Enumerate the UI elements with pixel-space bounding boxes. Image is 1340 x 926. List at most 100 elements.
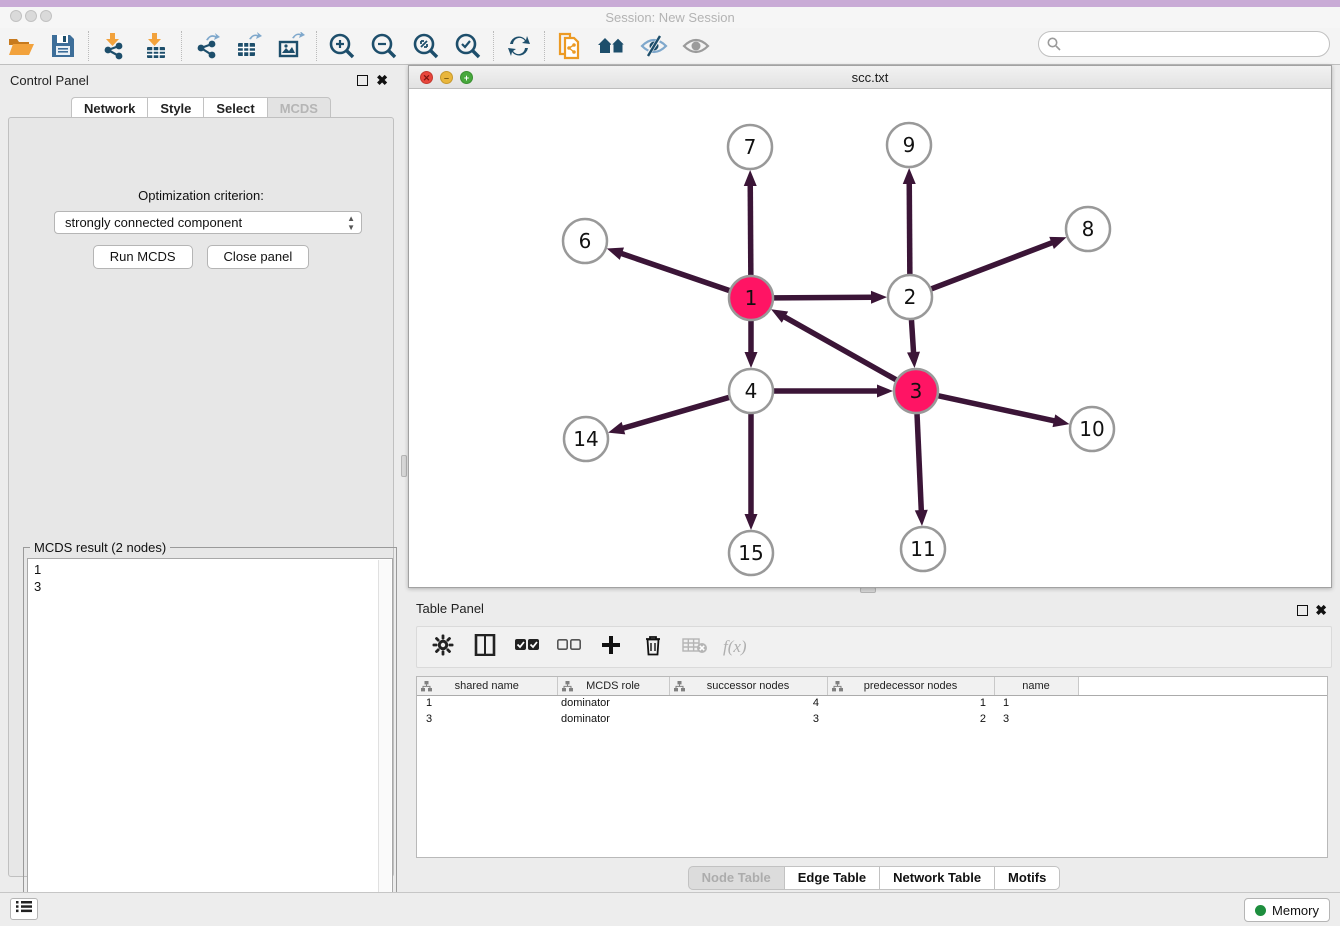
refresh-layout-button[interactable] bbox=[499, 30, 539, 62]
column-header-successor-nodes[interactable]: successor nodes bbox=[669, 677, 827, 695]
column-header-filler bbox=[1078, 677, 1327, 695]
svg-text:11: 11 bbox=[910, 537, 935, 561]
graph-node-14[interactable]: 14 bbox=[564, 417, 608, 461]
table-row[interactable]: 1dominator411 bbox=[417, 695, 1327, 711]
table-panel-title: Table Panel bbox=[416, 601, 484, 616]
svg-text:10: 10 bbox=[1079, 417, 1104, 441]
mcds-result-title: MCDS result (2 nodes) bbox=[30, 540, 170, 555]
arrowhead-icon bbox=[903, 168, 916, 184]
edge-2-9 bbox=[909, 182, 910, 274]
export-table-icon bbox=[235, 32, 263, 60]
delete-table-button[interactable] bbox=[681, 633, 709, 661]
edge-1-2 bbox=[774, 297, 873, 298]
export-table-button[interactable] bbox=[229, 30, 269, 62]
clone-network-button[interactable] bbox=[550, 30, 590, 62]
eye-slash-icon bbox=[639, 34, 669, 58]
graph-node-6[interactable]: 6 bbox=[563, 219, 607, 263]
export-image-button[interactable] bbox=[271, 30, 311, 62]
zoom-fit-button[interactable] bbox=[406, 30, 446, 62]
graph-node-11[interactable]: 11 bbox=[901, 527, 945, 571]
graph-node-15[interactable]: 15 bbox=[729, 531, 773, 575]
table-tab-node-table[interactable]: Node Table bbox=[688, 866, 784, 890]
arrowhead-icon bbox=[608, 422, 625, 434]
close-panel-button[interactable]: Close panel bbox=[207, 245, 310, 269]
search-input[interactable] bbox=[1038, 31, 1330, 57]
svg-text:15: 15 bbox=[738, 541, 763, 565]
memory-button[interactable]: Memory bbox=[1244, 898, 1330, 922]
zoom-in-button[interactable] bbox=[322, 30, 362, 62]
svg-text:9: 9 bbox=[903, 133, 916, 157]
open-file-button[interactable] bbox=[1, 30, 41, 62]
column-header-name[interactable]: name bbox=[994, 677, 1078, 695]
table-row[interactable]: 3dominator323 bbox=[417, 711, 1327, 727]
table-options-button[interactable] bbox=[429, 633, 457, 661]
graph-node-8[interactable]: 8 bbox=[1066, 207, 1110, 251]
optimization-label: Optimization criterion: bbox=[9, 188, 393, 203]
table-panel-float-button[interactable] bbox=[1297, 605, 1308, 616]
arrowhead-icon bbox=[745, 352, 758, 368]
edge-1-6 bbox=[620, 253, 729, 291]
app-titlebar: Session: New Session bbox=[0, 7, 1340, 28]
menu-strip bbox=[0, 0, 1340, 7]
zoom-fit-icon bbox=[412, 32, 440, 60]
select-none-button[interactable] bbox=[555, 633, 583, 661]
show-hidden-button[interactable] bbox=[676, 30, 716, 62]
svg-text:6: 6 bbox=[579, 229, 592, 253]
mcds-result-list: 13 bbox=[27, 558, 393, 919]
import-network-button[interactable] bbox=[94, 30, 134, 62]
table-tab-motifs[interactable]: Motifs bbox=[994, 866, 1060, 890]
network-window: ✕ – + scc.txt 7 9 6 8 1 2 4 3 14 10 15 11 bbox=[408, 65, 1332, 588]
hide-selected-button[interactable] bbox=[634, 30, 674, 62]
control-panel-close-button[interactable]: ✖ bbox=[376, 72, 388, 88]
table-tab-network-table[interactable]: Network Table bbox=[879, 866, 994, 890]
edge-1-7 bbox=[750, 184, 751, 275]
add-column-button[interactable] bbox=[597, 633, 625, 661]
table-cell: 3 bbox=[417, 711, 557, 727]
column-header-shared-name[interactable]: shared name bbox=[417, 677, 557, 695]
show-columns-button[interactable] bbox=[471, 633, 499, 661]
table-panel-close-button[interactable]: ✖ bbox=[1315, 602, 1327, 618]
run-mcds-button[interactable]: Run MCDS bbox=[93, 245, 193, 269]
control-panel-float-button[interactable] bbox=[357, 75, 368, 86]
graph-node-2[interactable]: 2 bbox=[888, 275, 932, 319]
graph-node-7[interactable]: 7 bbox=[728, 125, 772, 169]
mcds-result-item: 3 bbox=[34, 578, 392, 595]
delete-column-button[interactable] bbox=[639, 633, 667, 661]
network-window-titlebar[interactable]: ✕ – + scc.txt bbox=[409, 66, 1331, 89]
result-scrollbar[interactable] bbox=[378, 560, 391, 917]
export-network-button[interactable] bbox=[187, 30, 227, 62]
network-canvas[interactable]: 7 9 6 8 1 2 4 3 14 10 15 11 bbox=[409, 89, 1331, 587]
memory-label: Memory bbox=[1272, 903, 1319, 918]
graph-node-10[interactable]: 10 bbox=[1070, 407, 1114, 451]
export-image-icon bbox=[277, 32, 305, 60]
zoom-out-icon bbox=[370, 32, 398, 60]
search-box bbox=[1038, 31, 1330, 57]
task-history-button[interactable] bbox=[10, 898, 38, 920]
zoom-selected-button[interactable] bbox=[448, 30, 488, 62]
graph-node-3[interactable]: 3 bbox=[894, 369, 938, 413]
criterion-select[interactable]: strongly connected component ▲▼ bbox=[54, 211, 362, 234]
column-header-predecessor-nodes[interactable]: predecessor nodes bbox=[827, 677, 994, 695]
graph-node-9[interactable]: 9 bbox=[887, 123, 931, 167]
select-all-button[interactable] bbox=[513, 633, 541, 661]
vertical-splitter-handle[interactable] bbox=[401, 455, 407, 477]
control-panel-title: Control Panel bbox=[10, 73, 89, 88]
graph-node-1[interactable]: 1 bbox=[729, 276, 773, 320]
clone-network-icon bbox=[556, 31, 584, 61]
function-builder-button[interactable]: f(x) bbox=[723, 637, 747, 657]
eye-icon bbox=[681, 34, 711, 58]
import-table-button[interactable] bbox=[136, 30, 176, 62]
table-tab-edge-table[interactable]: Edge Table bbox=[784, 866, 879, 890]
column-header-MCDS-role[interactable]: MCDS role bbox=[557, 677, 669, 695]
zoom-out-button[interactable] bbox=[364, 30, 404, 62]
toolbar-separator bbox=[316, 31, 317, 61]
toolbar-separator bbox=[88, 31, 89, 61]
show-all-button[interactable] bbox=[592, 30, 632, 62]
graph-node-4[interactable]: 4 bbox=[729, 369, 773, 413]
import-network-icon bbox=[100, 32, 128, 60]
svg-text:14: 14 bbox=[573, 427, 598, 451]
table-panel: Table Panel ✖ f(x) shared nameMCDS roles… bbox=[408, 595, 1340, 890]
svg-text:1: 1 bbox=[745, 286, 758, 310]
svg-text:3: 3 bbox=[910, 379, 923, 403]
save-session-button[interactable] bbox=[43, 30, 83, 62]
